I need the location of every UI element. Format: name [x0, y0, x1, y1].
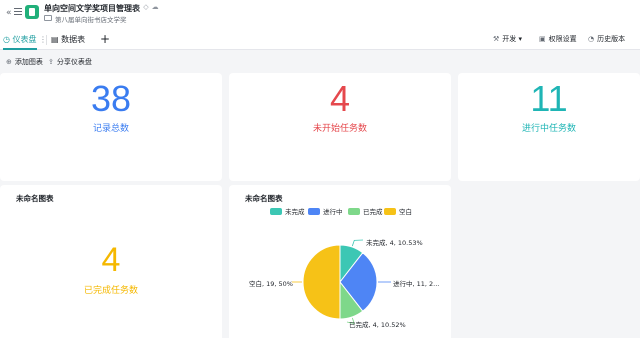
pie-data-label: 进行中, 11, 2... [393, 280, 440, 288]
legend-item[interactable]: 空白 [384, 207, 412, 217]
pie-data-label: 空白, 19, 50% [249, 280, 293, 288]
add-tab-icon[interactable]: + [100, 30, 110, 48]
tab-divider [46, 35, 47, 45]
pie-data-label: 未完成, 4, 10.53% [366, 239, 423, 247]
cloud-icon[interactable]: ☁ [152, 3, 162, 11]
add-chart-label: 添加图表 [14, 58, 43, 66]
legend-label: 已完成 [363, 208, 383, 216]
legend-item[interactable]: 已完成 [348, 207, 383, 217]
stat-card-completed[interactable]: 未命名图表 4 已完成任务数 [0, 185, 222, 338]
table-icon: ▤ [51, 35, 59, 44]
tab-datatable[interactable]: ▤ 数据表 [51, 30, 85, 50]
tab-datatable-label: 数据表 [61, 35, 86, 44]
stat-value: 4 [329, 78, 351, 119]
app-logo [25, 5, 39, 19]
wrench-icon: ⚒ [493, 35, 500, 43]
stat-label: 未开始任务数 [312, 124, 367, 134]
history-label: 历史版本 [597, 35, 626, 43]
collapse-icon[interactable]: « [6, 8, 12, 18]
add-chart-button[interactable]: ⊕ 添加图表 [6, 51, 43, 73]
legend-item[interactable]: 未完成 [270, 207, 305, 217]
star-icon[interactable]: ☆ [134, 3, 143, 11]
dashboard-toolbar: ⊕ 添加图表 ⇪ 分享仪表盘 [0, 51, 640, 73]
stat-label: 已完成任务数 [83, 286, 138, 296]
permission-label: 权限设置 [548, 35, 577, 43]
legend-label: 未完成 [285, 208, 305, 216]
title-actions: ☆◇☁ [134, 3, 162, 11]
dev-button[interactable]: ⚒ 开发 ▾ [493, 30, 522, 50]
legend-label: 进行中 [323, 208, 343, 216]
stat-label: 记录总数 [92, 124, 129, 134]
share-label: 分享仪表盘 [56, 58, 92, 66]
legend-label: 空白 [399, 208, 412, 216]
share-icon: ⇪ [48, 58, 54, 66]
stat-label: 进行中任务数 [521, 124, 576, 134]
active-tab-indicator [3, 48, 37, 50]
card-title: 未命名图表 [16, 194, 54, 203]
top-bar: « 单向空间文学奖项目管理表 ☆◇☁ 第八届单向街书店文学奖 [0, 0, 640, 30]
stat-value: 38 [90, 78, 132, 119]
tab-dashboard[interactable]: ◷ 仪表盘 [3, 30, 37, 50]
pie-data-label: 已完成, 4, 10.52% [349, 321, 406, 329]
share-dashboard-button[interactable]: ⇪ 分享仪表盘 [48, 51, 92, 73]
chevron-down-icon: ▾ [518, 35, 523, 43]
folder-icon [44, 15, 52, 21]
doc-title[interactable]: 单向空间文学奖项目管理表 [44, 3, 140, 14]
plus-circle-icon: ⊕ [6, 58, 12, 66]
legend-swatch [270, 208, 282, 215]
breadcrumb[interactable]: 第八届单向街书店文学奖 [55, 14, 127, 24]
legend-swatch [348, 208, 360, 215]
tag-icon[interactable]: ◇ [143, 3, 151, 11]
lock-icon: ▣ [539, 35, 546, 43]
clock-icon: ◔ [588, 35, 595, 43]
stat-value: 4 [101, 241, 121, 279]
tab-dashboard-label: 仪表盘 [12, 35, 37, 44]
stat-value: 11 [530, 78, 568, 119]
stat-card-in-progress[interactable]: 11 进行中任务数 [458, 73, 640, 181]
permission-button[interactable]: ▣ 权限设置 [539, 30, 577, 50]
legend-item[interactable]: 进行中 [308, 207, 343, 217]
history-button[interactable]: ◔ 历史版本 [588, 30, 625, 50]
dev-label: 开发 [502, 35, 517, 43]
legend-swatch [308, 208, 320, 215]
tab-bar: ◷ 仪表盘 ⋮ ▤ 数据表 + ⚒ 开发 ▾ ▣ 权限设置 ◔ 历史版本 [0, 30, 640, 50]
dashboard-icon: ◷ [3, 35, 10, 44]
stat-card-not-started[interactable]: 4 未开始任务数 [229, 73, 451, 181]
menu-icon[interactable] [14, 8, 22, 15]
legend-swatch [384, 208, 396, 215]
card-title: 未命名图表 [245, 194, 283, 203]
stat-card-records[interactable]: 38 记录总数 [0, 73, 222, 181]
